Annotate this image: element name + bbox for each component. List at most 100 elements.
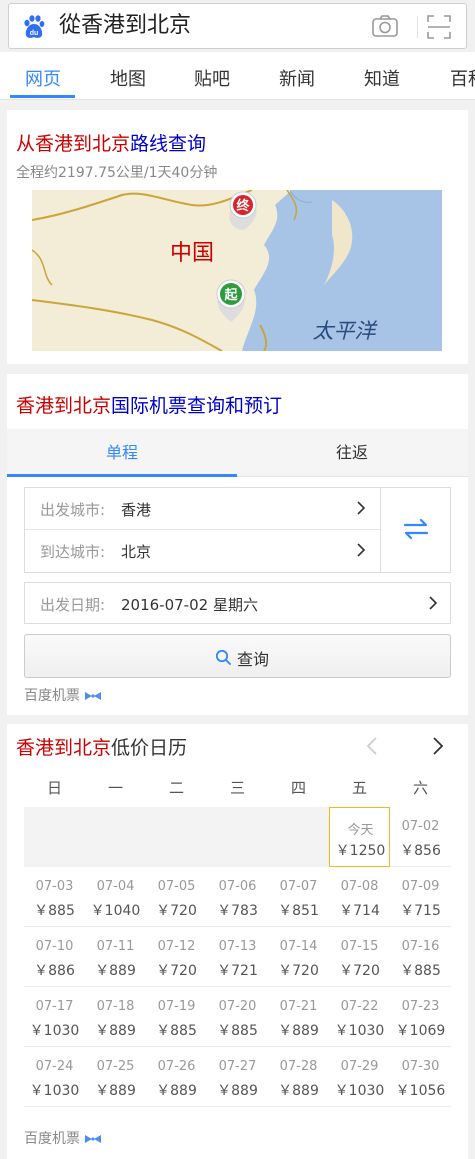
route-title-query[interactable]: 路线查询 — [130, 133, 206, 155]
tab-map[interactable]: 地图 — [110, 65, 146, 91]
calendar-day[interactable]: 07-07 ￥851 — [268, 867, 329, 927]
calendar-day[interactable]: 07-15 ￥720 — [329, 927, 390, 987]
calendar-title-cities[interactable]: 香港到北京 — [16, 737, 111, 759]
calendar-day[interactable]: 07-21 ￥889 — [268, 987, 329, 1047]
calendar-price: ￥885 — [34, 903, 75, 919]
query-button[interactable]: 查询 — [24, 634, 451, 678]
arrive-city-label: 到达城市: — [40, 543, 106, 561]
calendar-day[interactable]: 07-08 ￥714 — [329, 867, 390, 927]
calendar-day[interactable]: 07-03 ￥885 — [24, 867, 85, 927]
flight-title-booking[interactable]: 国际机票查询和预订 — [111, 395, 282, 417]
depart-date-value[interactable]: 2016-07-02 星期六 — [121, 594, 258, 615]
weekday-label: 六 — [412, 779, 428, 797]
scan-icon[interactable] — [426, 14, 452, 40]
calendar-price: ￥885 — [400, 963, 441, 979]
tab-one-way[interactable]: 单程 — [7, 429, 237, 477]
tab-zhidao[interactable]: 知道 — [364, 65, 400, 91]
calendar-day[interactable]: 07-29 ￥1030 — [329, 1047, 390, 1107]
chevron-left-icon[interactable] — [365, 736, 379, 756]
calendar-day[interactable]: 07-19 ￥885 — [146, 987, 207, 1047]
search-bar[interactable]: du 從香港到北京 — [8, 3, 467, 49]
calendar-day[interactable]: 07-13 ￥721 — [207, 927, 268, 987]
calendar-day[interactable]: 07-11 ￥889 — [85, 927, 146, 987]
calendar-day[interactable]: 07-27 ￥889 — [207, 1047, 268, 1107]
calendar-day[interactable]: 07-30 ￥1056 — [390, 1047, 451, 1107]
calendar-price: ￥714 — [339, 903, 380, 919]
calendar-date: 07-13 — [218, 939, 257, 954]
tab-tieba[interactable]: 贴吧 — [194, 65, 230, 91]
calendar-week-row: 07-10 ￥886 07-11 ￥889 07-12 ￥720 07-13 ￥721 07-1… — [24, 927, 451, 987]
search-input[interactable]: 從香港到北京 — [59, 4, 191, 48]
calendar-date: 今天 — [347, 823, 374, 838]
calendar-week-row: 07-24 ￥1030 07-25 ￥889 07-26 ￥889 07-27 ￥889 07-… — [24, 1047, 451, 1107]
swap-cities-button[interactable] — [380, 488, 451, 572]
tab-news[interactable]: 新闻 — [279, 65, 315, 91]
calendar-price: ￥885 — [156, 1023, 197, 1039]
search-divider — [417, 16, 418, 38]
calendar-day-today[interactable]: 今天 ￥1250 — [329, 807, 390, 867]
depart-date-row[interactable]: 出发日期: 2016-07-02 星期六 — [24, 582, 451, 624]
baidu-paw-icon[interactable]: du — [21, 14, 47, 40]
calendar-date: 07-30 — [401, 1059, 440, 1074]
flight-title[interactable]: 香港到北京国际机票查询和预订 — [16, 391, 282, 418]
calendar-brand[interactable]: 百度机票 — [24, 1128, 102, 1148]
arrive-city-row[interactable]: 到达城市: 北京 — [25, 530, 380, 572]
calendar-day[interactable]: 07-28 ￥889 — [268, 1047, 329, 1107]
chevron-right-icon[interactable] — [431, 736, 445, 756]
calendar-date: 07-07 — [279, 879, 318, 894]
calendar-day[interactable]: 07-25 ￥889 — [85, 1047, 146, 1107]
bowtie-icon — [85, 692, 101, 700]
calendar-week-row: 07-17 ￥1030 07-18 ￥889 07-19 ￥885 07-20 ￥885 07-… — [24, 987, 451, 1047]
flight-brand-label: 百度机票 — [24, 688, 80, 704]
calendar-title[interactable]: 香港到北京低价日历 — [16, 733, 187, 760]
depart-city-value[interactable]: 香港 — [121, 499, 151, 520]
calendar-date: 07-25 — [96, 1059, 135, 1074]
route-title[interactable]: 从香港到北京路线查询 — [16, 129, 206, 156]
calendar-empty-cell — [24, 807, 85, 867]
calendar-day[interactable]: 07-04 ￥1040 — [85, 867, 146, 927]
tab-baike[interactable]: 百科 — [450, 65, 475, 91]
weekday-header: 日一二三四五六 — [24, 774, 451, 804]
weekday-label: 四 — [290, 779, 306, 797]
calendar-day[interactable]: 07-20 ￥885 — [207, 987, 268, 1047]
flight-title-cities[interactable]: 香港到北京 — [16, 395, 111, 417]
active-tab-indicator — [10, 95, 75, 98]
calendar-date: 07-11 — [96, 939, 135, 954]
calendar-day[interactable]: 07-06 ￥783 — [207, 867, 268, 927]
calendar-date: 07-21 — [279, 999, 318, 1014]
calendar-day[interactable]: 07-22 ￥1030 — [329, 987, 390, 1047]
calendar-date: 07-23 — [401, 999, 440, 1014]
calendar-day[interactable]: 07-18 ￥889 — [85, 987, 146, 1047]
calendar-day[interactable]: 07-12 ￥720 — [146, 927, 207, 987]
calendar-date: 07-17 — [35, 999, 74, 1014]
tab-webpage[interactable]: 网页 — [25, 65, 61, 91]
calendar-day[interactable]: 07-16 ￥885 — [390, 927, 451, 987]
flight-brand[interactable]: 百度机票 — [24, 685, 102, 705]
calendar-date: 07-20 — [218, 999, 257, 1014]
search-icon — [215, 649, 231, 665]
arrive-city-value[interactable]: 北京 — [121, 541, 151, 562]
calendar-day[interactable]: 07-02 ￥856 — [390, 807, 451, 867]
calendar-price: ￥889 — [217, 1083, 258, 1099]
route-title-cities[interactable]: 从香港到北京 — [16, 133, 130, 155]
calendar-date: 07-28 — [279, 1059, 318, 1074]
calendar-week-row: 07-03 ￥885 07-04 ￥1040 07-05 ￥720 07-06 ￥783 07-… — [24, 867, 451, 927]
depart-city-row[interactable]: 出发城市: 香港 — [25, 488, 380, 530]
calendar-price: ￥889 — [95, 1083, 136, 1099]
calendar-day[interactable]: 07-26 ￥889 — [146, 1047, 207, 1107]
calendar-day[interactable]: 07-23 ￥1069 — [390, 987, 451, 1047]
calendar-day[interactable]: 07-10 ￥886 — [24, 927, 85, 987]
tab-round-trip[interactable]: 往返 — [237, 429, 467, 477]
calendar-price: ￥851 — [278, 903, 319, 919]
camera-icon[interactable] — [371, 14, 399, 38]
calendar-price: ￥889 — [156, 1083, 197, 1099]
calendar-title-label[interactable]: 低价日历 — [111, 737, 187, 759]
calendar-day[interactable]: 07-17 ￥1030 — [24, 987, 85, 1047]
calendar-price: ￥889 — [95, 1023, 136, 1039]
calendar-day[interactable]: 07-24 ￥1030 — [24, 1047, 85, 1107]
calendar-day[interactable]: 07-14 ￥720 — [268, 927, 329, 987]
calendar-day[interactable]: 07-05 ￥720 — [146, 867, 207, 927]
route-map[interactable]: 中国 太平洋 终 起 — [32, 190, 442, 351]
calendar-day[interactable]: 07-09 ￥715 — [390, 867, 451, 927]
weekday-label: 五 — [351, 779, 367, 797]
